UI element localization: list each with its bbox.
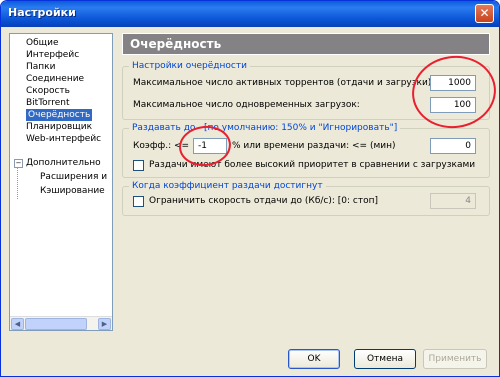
limit-settings-legend: Когда коэффициент раздачи достигнут: [129, 181, 326, 191]
tree-item-folders[interactable]: Папки: [26, 61, 55, 73]
limit-label: Ограничить скорость отдачи до (Кб/с): [0…: [149, 196, 378, 206]
scroll-left-icon[interactable]: ◀: [11, 318, 24, 330]
window-title: Настройки: [8, 6, 76, 19]
tree-item-speed[interactable]: Скорость: [26, 85, 70, 97]
seed-settings-group: Раздавать до [по умолчанию: 150% и "Игно…: [122, 123, 490, 178]
tree-item-web-ui[interactable]: Web-интерфейс: [26, 133, 101, 145]
limit-settings-group: Когда коэффициент раздачи достигнут Огра…: [122, 181, 490, 216]
seed-legend-default: [по умолчанию: 150% и "Игнорировать"]: [204, 123, 398, 133]
settings-window: Настройки ✕ Общие Интерфейс Папки Соедин…: [0, 0, 500, 377]
tree-connector-lines: [17, 167, 38, 199]
scroll-right-icon[interactable]: ▶: [98, 318, 111, 330]
panel-header: Очерёдность: [122, 33, 490, 55]
tree-item-caching[interactable]: Кэширование: [40, 185, 105, 197]
limit-checkbox[interactable]: [133, 196, 144, 207]
seed-time-label: % или времени раздачи: <= (мин): [232, 141, 396, 151]
close-button[interactable]: ✕: [475, 4, 494, 23]
max-downloads-label: Максимальное число одновременных загрузо…: [133, 100, 360, 110]
seed-time-input[interactable]: 0: [430, 138, 476, 154]
panel-title: Очерёдность: [130, 37, 222, 51]
queue-settings-legend: Настройки очерёдности: [129, 61, 250, 71]
priority-checkbox[interactable]: [133, 160, 144, 171]
tree-item-general[interactable]: Общие: [26, 37, 59, 49]
limit-speed-input[interactable]: 4: [430, 193, 476, 209]
red-annotation-circle-queue: [407, 50, 499, 134]
ok-button[interactable]: OK: [288, 349, 340, 369]
tree-item-interface[interactable]: Интерфейс: [26, 49, 79, 61]
seed-settings-legend: Раздавать до [по умолчанию: 150% и "Игно…: [129, 123, 401, 133]
tree-horizontal-scrollbar[interactable]: ◀ ▶: [10, 316, 112, 330]
cancel-button[interactable]: Отмена: [354, 349, 416, 369]
scroll-thumb[interactable]: [25, 318, 87, 330]
max-active-label: Максимальное число активных торрентов (о…: [133, 78, 435, 88]
category-tree[interactable]: Общие Интерфейс Папки Соединение Скорост…: [9, 33, 113, 331]
tree-item-bittorrent[interactable]: BitTorrent: [26, 97, 70, 109]
tree-item-scheduler[interactable]: Планировщик: [26, 121, 92, 133]
tree-item-connection[interactable]: Соединение: [26, 73, 84, 85]
title-bar[interactable]: Настройки ✕: [1, 1, 499, 27]
tree-item-extensions[interactable]: Расширения и: [40, 171, 107, 183]
tree-item-queueing[interactable]: Очерёдность: [26, 109, 93, 121]
apply-button: Применить: [423, 349, 487, 369]
